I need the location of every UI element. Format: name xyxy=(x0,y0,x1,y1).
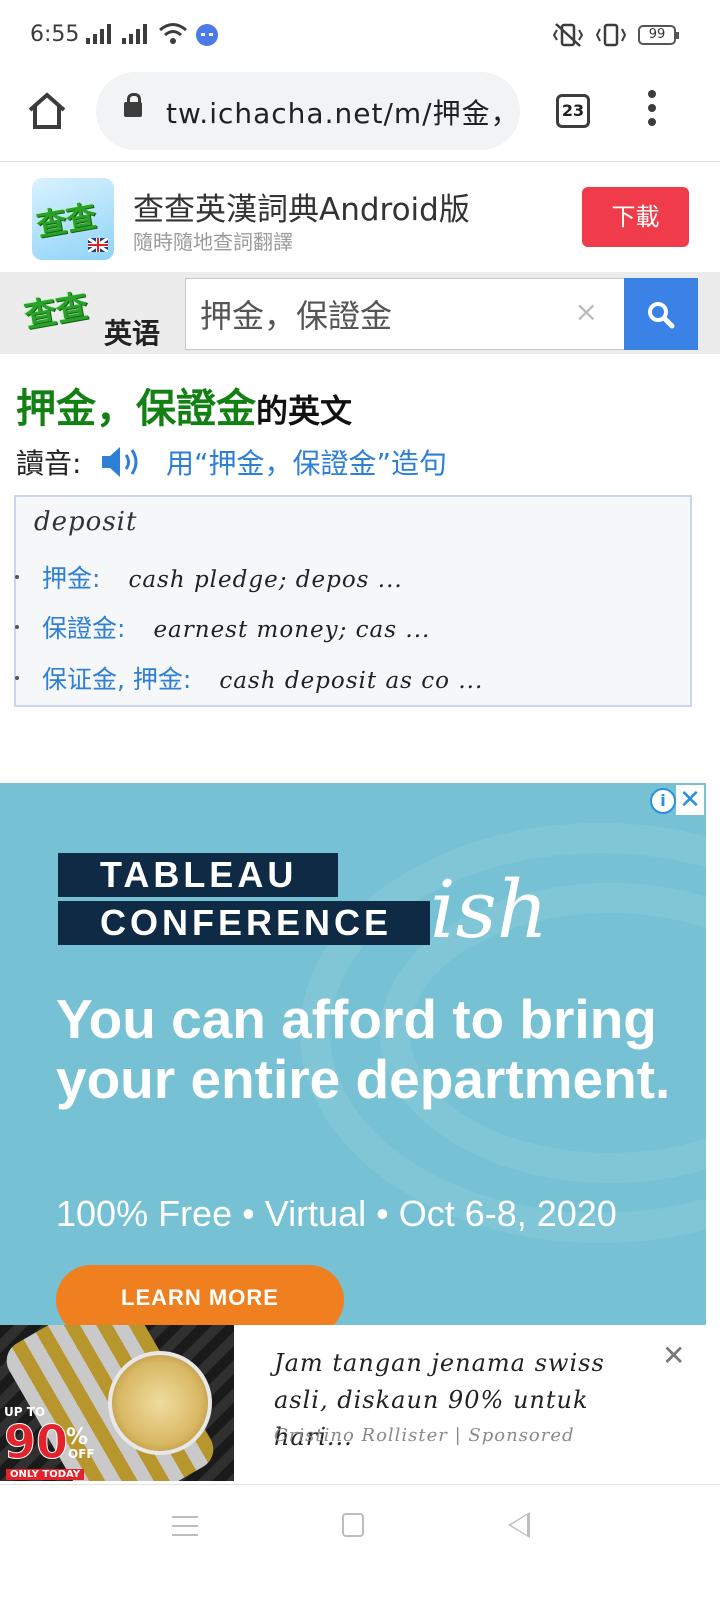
entry-term-link[interactable]: 押金: xyxy=(42,564,100,593)
ad-close-icon[interactable]: ✕ xyxy=(676,785,704,815)
headword: 押金，保證金 xyxy=(16,386,256,432)
ad-headline: You can afford to bring your entire depa… xyxy=(56,988,671,1110)
ad-brand-line1: TABLEAU xyxy=(58,853,338,897)
vibrate-icon xyxy=(596,23,626,47)
page-title: 押金，保證金的英文 xyxy=(16,376,352,434)
sale-badge: UP TO 90 % OFF ONLY TODAY xyxy=(3,1405,95,1480)
list-item: 保證金: earnest money; cas ... xyxy=(14,609,431,645)
recent-apps-icon[interactable] xyxy=(172,1516,198,1538)
entry-gloss: cash deposit as co ... xyxy=(219,668,484,694)
site-logo[interactable]: 查查 英语 xyxy=(22,282,172,352)
messenger-notification-icon xyxy=(196,24,218,46)
app-promo-banner: 查查 查查英漢詞典Android版 隨時隨地查詞翻譯 下載 xyxy=(0,162,720,270)
address-bar[interactable]: tw.ichacha.net/m/押金， xyxy=(96,72,520,150)
search-bar: 查查 英语 × xyxy=(0,272,720,354)
search-icon xyxy=(648,302,675,329)
signal-icon xyxy=(122,24,147,44)
headword-suffix: 的英文 xyxy=(256,392,353,430)
entry-gloss: earnest money; cas ... xyxy=(153,617,431,643)
overflow-menu-icon[interactable] xyxy=(640,90,664,134)
pronunciation-label: 讀音: xyxy=(16,447,82,480)
entry-term-link[interactable]: 保证金, 押金: xyxy=(42,665,191,694)
entry-term-link[interactable]: 保證金: xyxy=(42,614,125,643)
sponsored-source: Cristino Rollister | Sponsored xyxy=(274,1425,575,1446)
browser-toolbar: tw.ichacha.net/m/押金， 23 xyxy=(0,70,720,162)
tab-switcher-button[interactable]: 23 xyxy=(556,94,590,128)
wifi-icon xyxy=(159,23,187,44)
list-item: 押金: cash pledge; depos ... xyxy=(15,559,403,595)
watch-face xyxy=(108,1351,212,1455)
ad-banner[interactable]: i ✕ TABLEAU CONFERENCE ish You can affor… xyxy=(0,783,706,1325)
ad-brand-line2: CONFERENCE xyxy=(58,901,430,945)
list-item: 保证金, 押金: cash deposit as co ... xyxy=(14,660,484,696)
close-icon[interactable]: ✕ xyxy=(662,1339,685,1372)
promo-subtitle: 隨時隨地查詞翻譯 xyxy=(133,230,293,254)
learn-more-button[interactable]: LEARN MORE xyxy=(56,1265,344,1325)
sponsored-image[interactable]: UP TO 90 % OFF ONLY TODAY xyxy=(0,1325,234,1481)
translation-word: deposit xyxy=(34,507,138,537)
status-bar: 6:55 99 xyxy=(0,0,720,70)
search-button[interactable] xyxy=(624,278,698,350)
app-logo[interactable]: 查查 xyxy=(32,178,114,260)
search-box: × xyxy=(185,278,625,350)
status-time: 6:55 xyxy=(30,22,80,47)
signal-icon xyxy=(86,24,111,44)
home-icon[interactable] xyxy=(26,90,68,132)
speaker-icon[interactable] xyxy=(100,444,144,480)
promo-title: 查查英漢詞典Android版 xyxy=(133,192,470,228)
vibrate-mute-icon xyxy=(552,23,584,47)
entry-gloss: cash pledge; depos ... xyxy=(128,567,403,593)
definition-box: deposit 押金: cash pledge; depos ... 保證金: ea… xyxy=(14,495,692,707)
uk-flag-icon xyxy=(88,238,108,252)
search-input[interactable] xyxy=(200,291,560,337)
url-text[interactable]: tw.ichacha.net/m/押金， xyxy=(166,92,506,132)
battery-icon: 99 xyxy=(638,25,679,45)
home-button-icon[interactable] xyxy=(342,1513,364,1537)
ad-brand-suffix: ish xyxy=(430,863,549,956)
site-logo-suffix: 英语 xyxy=(104,317,161,350)
example-sentence-link[interactable]: 用“押金，保證金”造句 xyxy=(166,442,447,482)
download-button[interactable]: 下載 xyxy=(582,187,689,247)
lock-icon xyxy=(124,93,142,117)
system-navigation-bar xyxy=(0,1486,720,1600)
back-icon[interactable] xyxy=(508,1512,530,1538)
ad-info-icon[interactable]: i xyxy=(650,788,676,814)
ad-subtext: 100% Free • Virtual • Oct 6-8, 2020 xyxy=(56,1193,617,1234)
sponsored-card[interactable]: UP TO 90 % OFF ONLY TODAY Jam tangan jen… xyxy=(0,1325,720,1485)
clear-search-icon[interactable]: × xyxy=(575,295,598,328)
